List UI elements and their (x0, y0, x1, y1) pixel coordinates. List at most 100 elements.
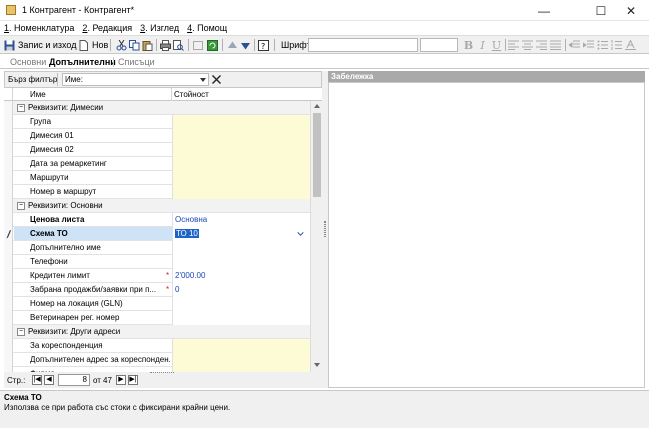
chevron-down-icon[interactable] (297, 232, 304, 236)
row-value[interactable] (172, 157, 310, 171)
scroll-down-icon[interactable] (314, 363, 320, 367)
last-page-button[interactable]: ▶| (128, 375, 138, 385)
row-value-text: ТО 10 (175, 229, 199, 238)
row-value[interactable] (172, 311, 310, 325)
vertical-scrollbar[interactable] (310, 101, 322, 372)
row-value[interactable] (172, 129, 310, 143)
note-editor[interactable] (328, 82, 645, 388)
italic-icon[interactable]: I (477, 39, 488, 52)
row-indicator (4, 325, 13, 339)
filter-field-combo[interactable]: Име: (62, 73, 209, 86)
tab-lists[interactable]: Списъци (118, 57, 155, 67)
menu-nomenclature[interactable]: 1. Номенклатура (4, 23, 74, 33)
grid-row[interactable]: Телефони (4, 255, 310, 269)
grid-row[interactable]: Схема ТО ТО 10 (4, 227, 310, 241)
attachment-icon[interactable] (193, 40, 204, 51)
grid-row[interactable]: Номер в маршрут (4, 185, 310, 199)
collapse-toggle-icon[interactable]: − (17, 104, 25, 112)
grid-row[interactable]: Дата за ремаркетинг (4, 157, 310, 171)
save-exit-button[interactable]: Запис и изход (4, 38, 76, 52)
row-value[interactable] (172, 297, 310, 311)
help-icon[interactable]: ? (258, 40, 269, 51)
grid-row[interactable]: Забрана продажби/заявки при п... * 0 (4, 283, 310, 297)
print-preview-icon[interactable] (173, 40, 184, 51)
paste-icon[interactable] (142, 40, 153, 51)
clear-filter-icon[interactable] (211, 74, 222, 85)
column-header-name[interactable]: Име (30, 90, 46, 99)
grid-row[interactable]: Кредитен лимит * 2'000.00 (4, 269, 310, 283)
row-value[interactable]: 2'000.00 (172, 269, 310, 283)
grid-group-row[interactable]: − Реквизити: Димесии (4, 101, 310, 115)
grid-row[interactable]: Ветеринарен рег. номер (4, 311, 310, 325)
row-value[interactable]: Основна (172, 213, 310, 227)
grid-row[interactable]: За кореспонденция (4, 339, 310, 353)
column-header-value[interactable]: Стойност (174, 90, 209, 99)
grid-group-row[interactable]: − Реквизити: Други адреси (4, 325, 310, 339)
collapse-toggle-icon[interactable]: − (17, 202, 25, 210)
first-page-button[interactable]: |◀ (32, 375, 42, 385)
scroll-up-icon[interactable] (314, 104, 320, 108)
minimize-button[interactable]: — (529, 0, 559, 21)
scrollbar-thumb[interactable] (313, 113, 321, 197)
row-value[interactable]: ТО 10 (172, 227, 310, 241)
row-value[interactable] (172, 255, 310, 269)
column-divider[interactable] (171, 88, 172, 101)
row-indicator (4, 255, 13, 269)
row-value[interactable] (172, 143, 310, 157)
resize-grip[interactable] (150, 372, 174, 375)
grid-row[interactable]: Димесия 01 (4, 129, 310, 143)
text-color-icon[interactable] (625, 40, 636, 50)
align-left-icon[interactable] (508, 40, 519, 50)
bold-icon[interactable]: B (463, 39, 474, 52)
toolbar-separator (274, 39, 275, 51)
close-button[interactable]: ✕ (616, 0, 646, 21)
grid-group-row[interactable]: − Реквизити: Основни (4, 199, 310, 213)
grid-row[interactable]: Димесия 02 (4, 143, 310, 157)
bullets-icon[interactable] (597, 40, 608, 50)
row-value[interactable] (172, 353, 310, 367)
grid-row[interactable]: Допълнителен адрес за кореспонден... (4, 353, 310, 367)
grid-row[interactable]: Допълнително име (4, 241, 310, 255)
toolbar-separator (222, 39, 223, 51)
row-value[interactable] (172, 241, 310, 255)
tab-basic[interactable]: Основни (10, 57, 46, 67)
indent-decrease-icon[interactable] (569, 40, 580, 50)
row-value[interactable] (172, 339, 310, 353)
maximize-button[interactable]: ☐ (586, 0, 616, 21)
previous-page-button[interactable]: ◀ (44, 375, 54, 385)
align-center-icon[interactable] (522, 40, 533, 50)
toolbar: Запис и изход Нов ? Шрифт: B I U (0, 35, 649, 54)
grid-row[interactable]: Група (4, 115, 310, 129)
print-icon[interactable] (160, 40, 171, 51)
next-page-button[interactable]: ▶ (116, 375, 126, 385)
row-name: Димесия 02 (30, 145, 74, 154)
cut-icon[interactable] (116, 40, 127, 51)
move-down-icon[interactable] (240, 40, 251, 51)
grid-row[interactable]: Номер на локация (GLN) (4, 297, 310, 311)
font-name-combo[interactable] (308, 38, 418, 52)
justify-icon[interactable] (550, 40, 561, 50)
grid-row[interactable]: Маршрути (4, 171, 310, 185)
row-name: Реквизити: Основни (28, 201, 103, 210)
copy-icon[interactable] (129, 40, 140, 51)
row-value[interactable] (172, 115, 310, 129)
current-page-input[interactable]: 8 (58, 374, 90, 386)
font-size-combo[interactable] (420, 38, 458, 52)
indent-increase-icon[interactable] (583, 40, 594, 50)
collapse-toggle-icon[interactable]: − (17, 328, 25, 336)
menu-view[interactable]: 3. Изглед (140, 23, 179, 33)
tab-strip: Основни Допълнителни Списъци (0, 55, 649, 69)
grid-row[interactable]: Ценова листа Основна (4, 213, 310, 227)
move-up-icon[interactable] (227, 40, 238, 51)
align-right-icon[interactable] (536, 40, 547, 50)
menu-help[interactable]: 4. Помощ (187, 23, 227, 33)
new-button[interactable]: Нов (78, 38, 108, 52)
tab-additional[interactable]: Допълнителни (49, 57, 116, 67)
underline-icon[interactable]: U (491, 39, 502, 52)
row-value[interactable] (172, 185, 310, 199)
row-value[interactable]: 0 (172, 283, 310, 297)
row-value[interactable] (172, 171, 310, 185)
numbering-icon[interactable] (611, 40, 622, 50)
menu-edit[interactable]: 2. Редакция (82, 23, 132, 33)
refresh-icon[interactable] (207, 40, 218, 51)
